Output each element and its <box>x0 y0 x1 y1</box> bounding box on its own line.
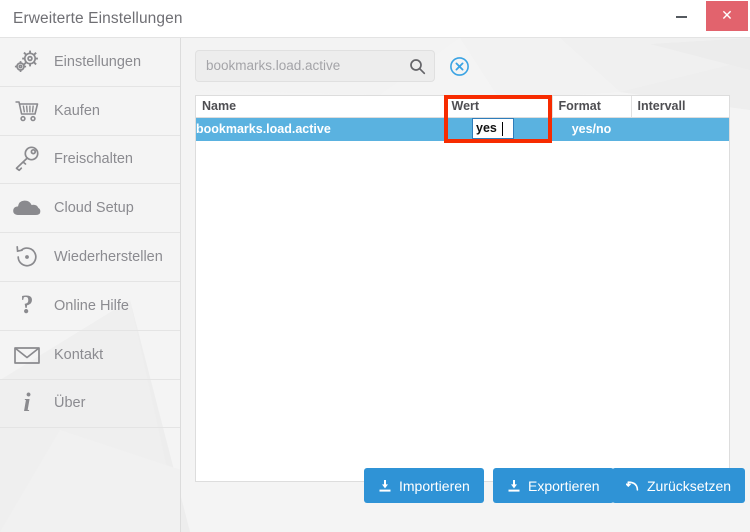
reset-button-label: Zurücksetzen <box>647 477 732 494</box>
export-button[interactable]: Exportieren <box>493 468 614 503</box>
text-caret <box>502 122 503 136</box>
table-header-row: Name Wert Format Intervall <box>196 96 729 118</box>
cell-name[interactable]: bookmarks.load.active <box>196 117 445 141</box>
cell-format[interactable]: yes/no <box>552 117 631 141</box>
export-download-icon <box>507 479 521 493</box>
sidebar-item-ueber[interactable]: i Über <box>0 380 180 429</box>
window-title: Erweiterte Einstellungen <box>13 10 183 27</box>
settings-table: Name Wert Format Intervall bookmarks.loa… <box>195 95 730 482</box>
question-mark-icon: ? <box>0 282 54 330</box>
column-header-format[interactable]: Format <box>552 96 632 118</box>
import-download-icon <box>378 479 392 493</box>
clear-search-icon[interactable] <box>449 56 470 77</box>
sidebar-item-cloud-setup[interactable]: Cloud Setup <box>0 184 180 234</box>
shopping-cart-icon <box>0 87 54 135</box>
column-header-name[interactable]: Name <box>196 96 446 118</box>
sidebar-item-label: Cloud Setup <box>54 200 134 217</box>
cloud-icon <box>0 184 54 232</box>
search-input[interactable] <box>206 51 401 81</box>
svg-text:i: i <box>23 388 31 417</box>
sidebar-item-label: Einstellungen <box>54 53 142 70</box>
wert-cell-editor[interactable] <box>472 118 514 139</box>
gears-icon <box>0 38 54 86</box>
column-header-intervall[interactable]: Intervall <box>631 96 729 118</box>
wert-edit-input[interactable] <box>476 119 512 138</box>
column-header-wert[interactable]: Wert <box>445 96 553 118</box>
sidebar-item-online-hilfe[interactable]: ? Online Hilfe <box>0 282 180 331</box>
table-head: Name Wert Format Intervall <box>196 96 729 118</box>
restore-icon <box>0 233 54 281</box>
sidebar-item-label: Wiederherstellen <box>54 249 163 266</box>
import-button[interactable]: Importieren <box>364 468 484 503</box>
sidebar-item-label: Freischalten <box>54 151 133 168</box>
sidebar-item-label: Über <box>54 395 86 412</box>
advanced-settings-window: Erweiterte Einstellungen ✕ Einstellungen… <box>0 0 750 532</box>
sidebar-item-label: Kaufen <box>54 102 100 119</box>
close-button[interactable]: ✕ <box>706 1 748 31</box>
sidebar-item-wiederherstellen[interactable]: Wiederherstellen <box>0 233 180 282</box>
minimize-button[interactable] <box>660 0 704 32</box>
settings-grid: Name Wert Format Intervall bookmarks.loa… <box>196 96 729 141</box>
cell-intervall[interactable] <box>631 117 729 141</box>
close-icon: ✕ <box>721 8 733 24</box>
sidebar-item-label: Online Hilfe <box>54 297 129 314</box>
undo-arrow-icon <box>626 479 640 493</box>
sidebar-item-kontakt[interactable]: Kontakt <box>0 331 180 380</box>
main-content: Name Wert Format Intervall bookmarks.loa… <box>181 38 750 532</box>
sidebar: Einstellungen Kaufen Freischalten Cloud … <box>0 38 181 532</box>
key-icon <box>0 136 54 184</box>
info-icon: i <box>0 380 54 428</box>
svg-text:?: ? <box>21 291 34 319</box>
title-bar: Erweiterte Einstellungen ✕ <box>0 0 750 38</box>
sidebar-item-einstellungen[interactable]: Einstellungen <box>0 38 180 87</box>
import-button-label: Importieren <box>399 477 470 494</box>
sidebar-item-kaufen[interactable]: Kaufen <box>0 87 180 136</box>
table-body: bookmarks.load.active yes yes/no <box>196 117 729 141</box>
search-box[interactable] <box>195 50 435 82</box>
table-row[interactable]: bookmarks.load.active yes yes/no <box>196 117 729 141</box>
search-row <box>195 50 469 82</box>
reset-button[interactable]: Zurücksetzen <box>612 468 746 503</box>
sidebar-item-label: Kontakt <box>54 346 104 363</box>
minimize-icon <box>676 16 687 18</box>
search-icon[interactable] <box>409 58 426 75</box>
sidebar-item-freischalten[interactable]: Freischalten <box>0 136 180 185</box>
footer-bar: Importieren Exportieren Zurücksetzen <box>181 452 750 532</box>
envelope-icon <box>0 331 54 379</box>
export-button-label: Exportieren <box>528 477 600 494</box>
